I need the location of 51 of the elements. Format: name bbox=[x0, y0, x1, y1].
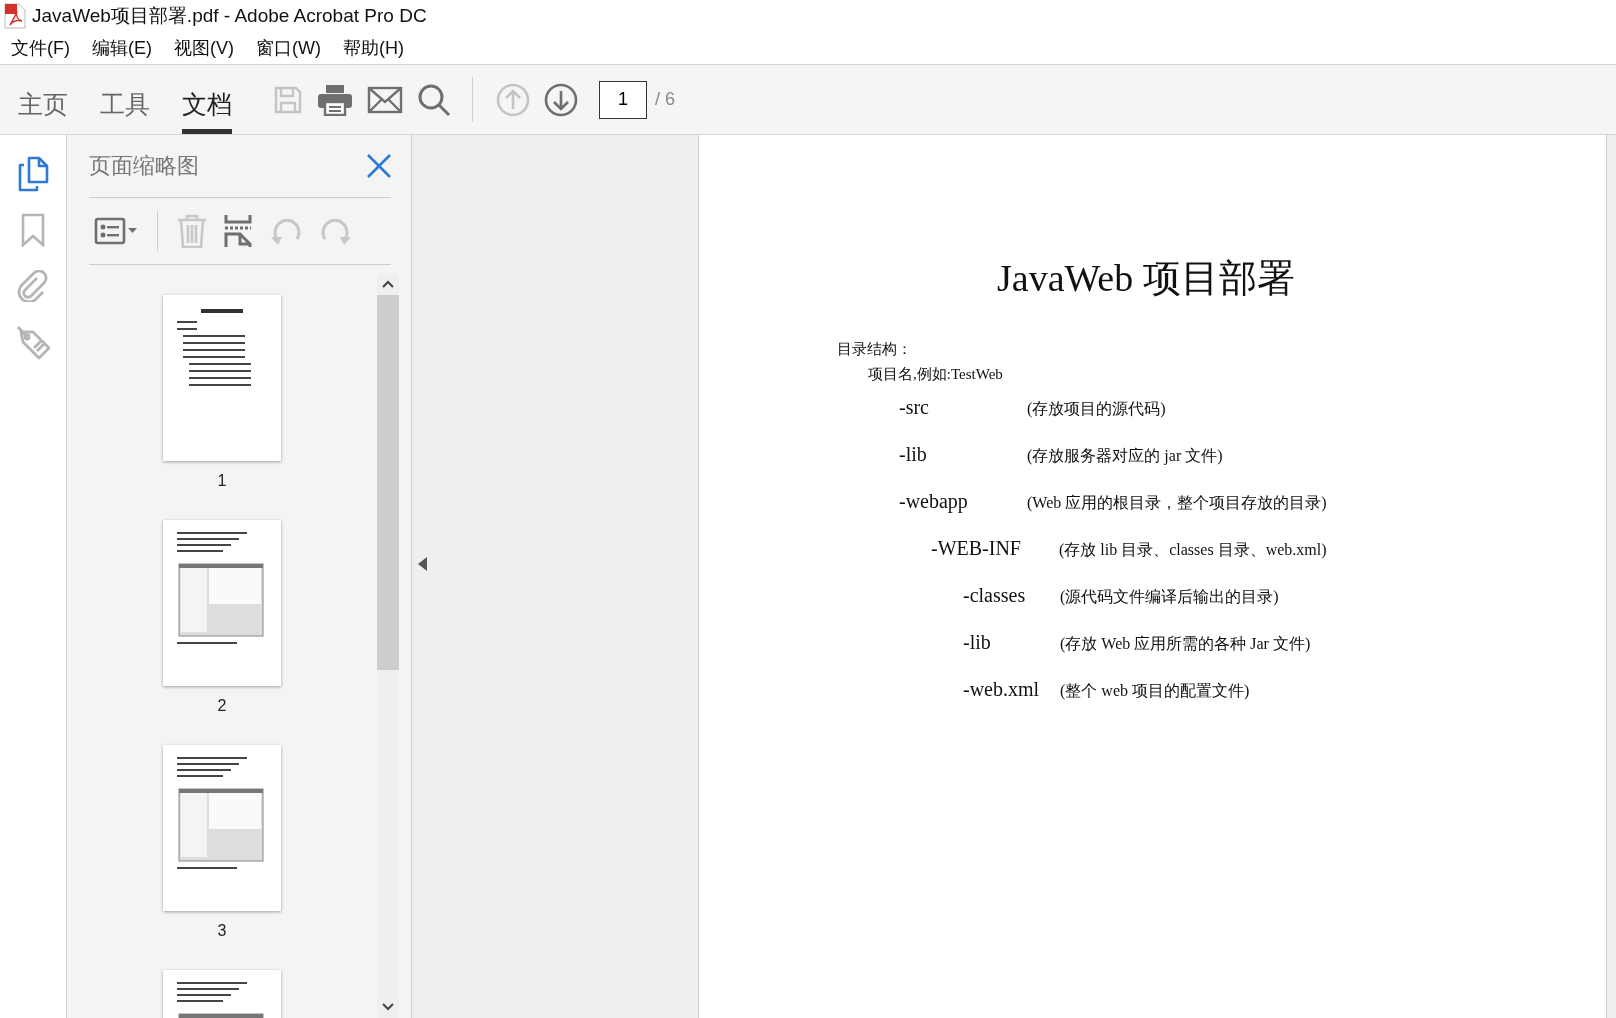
page-number: 2 bbox=[217, 697, 227, 715]
paperclip-icon bbox=[17, 270, 49, 302]
pdf-file-icon bbox=[4, 3, 26, 29]
menu-item[interactable]: 文件(F) bbox=[2, 36, 79, 60]
save-icon bbox=[273, 84, 303, 115]
close-icon bbox=[367, 154, 391, 178]
scrollbar[interactable] bbox=[377, 273, 399, 1018]
page-number-field[interactable]: 1 bbox=[599, 80, 647, 119]
page-number: 1 bbox=[217, 472, 227, 490]
list-icon bbox=[94, 217, 138, 245]
folder-description: (Web 应用的根目录，整个项目存放的目录) bbox=[1027, 493, 1327, 514]
search-icon bbox=[417, 82, 451, 117]
folder-description: (存放 Web 应用所需的各种 Jar 文件) bbox=[1060, 634, 1311, 655]
pages-icon bbox=[17, 156, 49, 192]
folder-name: -lib bbox=[899, 443, 928, 466]
tag-icon bbox=[15, 324, 51, 360]
page-thumbnail[interactable] bbox=[163, 745, 281, 911]
document-title: JavaWeb 项目部署 bbox=[997, 256, 1296, 301]
menu-item[interactable]: 帮助(H) bbox=[333, 36, 413, 60]
printer-icon bbox=[317, 83, 353, 116]
folder-description: (整个 web 项目的配置文件) bbox=[1060, 681, 1250, 702]
folder-name: -src bbox=[899, 396, 930, 419]
page-thumbnail[interactable] bbox=[163, 520, 281, 686]
folder-description: (源代码文件编译后输出的目录) bbox=[1060, 587, 1279, 608]
envelope-icon bbox=[367, 85, 403, 114]
page-cut-icon bbox=[223, 214, 253, 248]
folder-name: -webapp bbox=[899, 490, 969, 513]
page-number: 3 bbox=[217, 922, 227, 940]
menu-item[interactable]: 视图(V) bbox=[165, 36, 243, 60]
folder-name: -WEB-INF bbox=[931, 537, 1022, 560]
page-thumbnail[interactable] bbox=[163, 295, 281, 461]
menu-item[interactable]: 窗口(W) bbox=[247, 36, 330, 60]
folder-name: -web.xml bbox=[963, 678, 1041, 701]
folder-name: -classes bbox=[963, 584, 1027, 607]
trash-icon bbox=[177, 214, 207, 248]
menu-item[interactable]: 编辑(E) bbox=[83, 36, 161, 60]
project-line: 项目名,例如:TestWeb bbox=[868, 365, 1004, 384]
collapse-panel-button[interactable] bbox=[418, 557, 428, 571]
folder-description: (存放 lib 目录、classes 目录、web.xml) bbox=[1059, 540, 1327, 561]
folder-name: -lib bbox=[963, 631, 992, 654]
section-heading: 目录结构： bbox=[837, 340, 913, 359]
left-triangle-icon bbox=[418, 557, 428, 571]
panel-title: 页面缩略图 bbox=[89, 152, 199, 180]
bookmark-icon bbox=[21, 213, 45, 247]
tab[interactable]: 主页 bbox=[18, 65, 68, 134]
tab[interactable]: 工具 bbox=[100, 65, 150, 134]
window-title: JavaWeb项目部署.pdf - Adobe Acrobat Pro DC bbox=[32, 4, 427, 28]
folder-description: (存放服务器对应的 jar 文件) bbox=[1027, 446, 1223, 467]
folder-description: (存放项目的源代码) bbox=[1027, 399, 1166, 420]
page-count: / 6 bbox=[655, 89, 675, 110]
close-button[interactable] bbox=[367, 154, 391, 178]
